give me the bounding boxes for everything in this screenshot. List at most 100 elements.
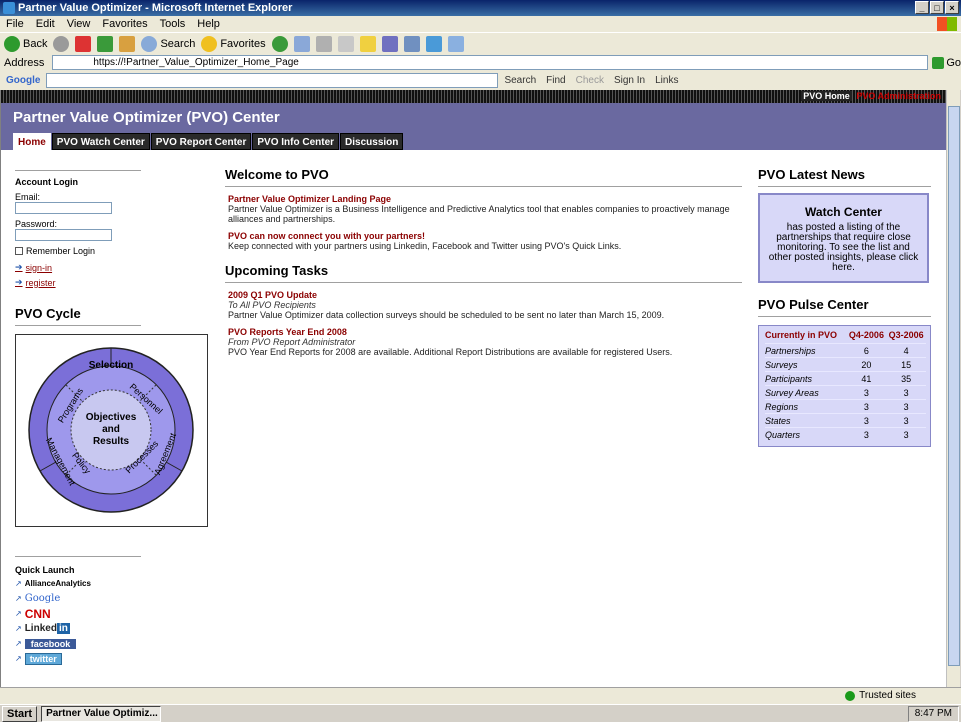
quick-link-twitter[interactable]: ↗ twitter bbox=[15, 652, 141, 665]
left-column: Account Login Email: Password: Remember … bbox=[15, 170, 210, 527]
password-label: Password: bbox=[15, 219, 58, 229]
document-icon[interactable] bbox=[447, 35, 464, 52]
task-item-title[interactable]: PVO Reports Year End 2008 bbox=[228, 327, 742, 337]
task-item-sub: From PVO Report Administrator bbox=[228, 337, 356, 347]
nav-tabs: Home PVO Watch Center PVO Report Center … bbox=[13, 133, 404, 150]
quick-link-alliance-analytics[interactable]: ↗ AllianceAnalytics bbox=[15, 577, 141, 590]
remember-login-checkbox[interactable]: Remember Login bbox=[15, 246, 210, 256]
table-row: Regions 3 3 bbox=[765, 399, 926, 414]
tab-watch-center[interactable]: PVO Watch Center bbox=[51, 133, 150, 150]
print-icon[interactable] bbox=[315, 35, 332, 52]
table-row: Partnerships 6 4 bbox=[765, 343, 926, 358]
pulse-label: Survey Areas bbox=[765, 385, 847, 400]
pulse-value: 3 bbox=[846, 385, 887, 400]
news-item-desc: Partner Value Optimizer is a Business In… bbox=[228, 204, 730, 224]
search-button[interactable]: Search bbox=[141, 35, 195, 52]
login-title: Account Login bbox=[15, 177, 78, 187]
pvo-cycle-diagram: Selection Management Agreement Programs … bbox=[15, 334, 208, 527]
favorites-button[interactable]: Favorites bbox=[201, 35, 266, 52]
news-item-title[interactable]: Partner Value Optimizer Landing Page bbox=[228, 194, 742, 204]
pulse-value: 4 bbox=[886, 343, 926, 358]
start-button[interactable]: Start bbox=[2, 705, 38, 722]
pvo-admin-link[interactable]: PVO Administration bbox=[854, 91, 943, 101]
vertical-scrollbar[interactable] bbox=[946, 90, 960, 687]
stop-icon[interactable] bbox=[75, 35, 92, 52]
google-signin-button[interactable]: Sign In bbox=[614, 75, 645, 86]
tab-report-center[interactable]: PVO Report Center bbox=[150, 133, 252, 150]
back-button[interactable]: Back bbox=[4, 35, 47, 52]
google-search-input[interactable] bbox=[46, 73, 499, 88]
cycle-center-line2: and bbox=[102, 424, 120, 435]
pulse-value: 20 bbox=[846, 357, 887, 372]
menu-help[interactable]: Help bbox=[191, 16, 226, 32]
google-check-button[interactable]: Check bbox=[576, 75, 604, 86]
quick-link-linkedin[interactable]: ↗ Linked in bbox=[15, 622, 141, 635]
links-button[interactable]: Links bbox=[655, 75, 678, 86]
watch-center-box[interactable]: Watch Center has posted a listing of the… bbox=[758, 193, 929, 283]
go-button[interactable]: Go bbox=[932, 56, 961, 69]
google-find-button[interactable]: Find bbox=[546, 75, 565, 86]
welcome-title: Welcome to PVO bbox=[225, 167, 742, 187]
menu-file[interactable]: File bbox=[0, 16, 30, 32]
register-link[interactable]: ➔ register bbox=[15, 277, 210, 288]
pulse-value: 3 bbox=[886, 413, 926, 428]
menu-view[interactable]: View bbox=[61, 16, 97, 32]
window-controls: _ □ × bbox=[915, 1, 959, 14]
scrollbar-thumb[interactable] bbox=[948, 106, 960, 666]
people-icon[interactable] bbox=[425, 35, 442, 52]
tab-info-center[interactable]: PVO Info Center bbox=[252, 133, 340, 150]
latest-news-title: PVO Latest News bbox=[758, 167, 931, 187]
link-arrow-icon: ↗ bbox=[15, 579, 22, 588]
go-arrow-icon bbox=[932, 56, 945, 69]
task-item: PVO Reports Year End 2008 From PVO Repor… bbox=[225, 327, 742, 357]
home-icon[interactable] bbox=[119, 35, 136, 52]
menu-edit[interactable]: Edit bbox=[30, 16, 61, 32]
google-search-button[interactable]: Search bbox=[504, 75, 536, 86]
news-item-desc: Keep connected with your partners using … bbox=[228, 241, 622, 251]
pvo-home-link[interactable]: PVO Home bbox=[801, 91, 852, 101]
table-row: States 3 3 bbox=[765, 413, 926, 428]
address-input[interactable]: https://!Partner_Value_Optimizer_Home_Pa… bbox=[52, 55, 929, 70]
close-button[interactable]: × bbox=[945, 1, 959, 14]
arrow-icon: ➔ bbox=[15, 277, 23, 287]
tab-discussion[interactable]: Discussion bbox=[340, 133, 404, 150]
news-item-title[interactable]: PVO can now connect you with your partne… bbox=[228, 231, 742, 241]
pulse-value: 3 bbox=[846, 427, 887, 442]
email-field[interactable] bbox=[15, 202, 112, 214]
pulse-center-table: Currently in PVO Q4-2006 Q3-2006 Partner… bbox=[758, 325, 931, 447]
watch-center-title: Watch Center bbox=[805, 205, 882, 219]
quick-link-cnn[interactable]: ↗ CNN bbox=[15, 607, 141, 621]
minimize-button[interactable]: _ bbox=[915, 1, 929, 14]
pulse-value: 41 bbox=[846, 371, 887, 386]
menu-bar: File Edit View Favorites Tools Help bbox=[0, 16, 961, 32]
google-toolbar: Google Search Find Check Sign In Links bbox=[0, 71, 961, 90]
watch-center-desc: has posted a listing of the partnerships… bbox=[768, 222, 919, 273]
news-item: Partner Value Optimizer Landing Page Par… bbox=[225, 194, 742, 224]
task-item-title[interactable]: 2009 Q1 PVO Update bbox=[228, 290, 742, 300]
ie-icon bbox=[3, 2, 15, 14]
forward-arrow-icon[interactable] bbox=[53, 35, 70, 52]
folder-icon[interactable] bbox=[359, 35, 376, 52]
password-field[interactable] bbox=[15, 229, 112, 241]
divider bbox=[15, 325, 141, 326]
messenger-icon[interactable] bbox=[381, 35, 398, 52]
pulse-label: Partnerships bbox=[765, 343, 847, 358]
google-logo: Google bbox=[6, 75, 41, 86]
refresh-icon[interactable] bbox=[97, 35, 114, 52]
quick-link-google[interactable]: ↗ Google bbox=[15, 592, 141, 605]
signin-link[interactable]: ➔ sign-in bbox=[15, 262, 210, 273]
edit-icon[interactable] bbox=[337, 35, 354, 52]
quick-link-facebook[interactable]: ↗ facebook bbox=[15, 637, 141, 650]
research-icon[interactable] bbox=[403, 35, 420, 52]
menu-tools[interactable]: Tools bbox=[154, 16, 192, 32]
link-arrow-icon: ↗ bbox=[15, 654, 22, 663]
address-label: Address bbox=[4, 56, 45, 69]
tasks-title: Upcoming Tasks bbox=[225, 263, 742, 283]
taskbar-ie-window[interactable]: Partner Value Optimiz... bbox=[41, 705, 162, 722]
tab-home[interactable]: Home bbox=[13, 133, 51, 150]
mail-icon[interactable] bbox=[293, 35, 310, 52]
link-arrow-icon: ↗ bbox=[15, 594, 22, 603]
menu-favorites[interactable]: Favorites bbox=[96, 16, 153, 32]
maximize-button[interactable]: □ bbox=[930, 1, 944, 14]
history-icon[interactable] bbox=[271, 35, 288, 52]
